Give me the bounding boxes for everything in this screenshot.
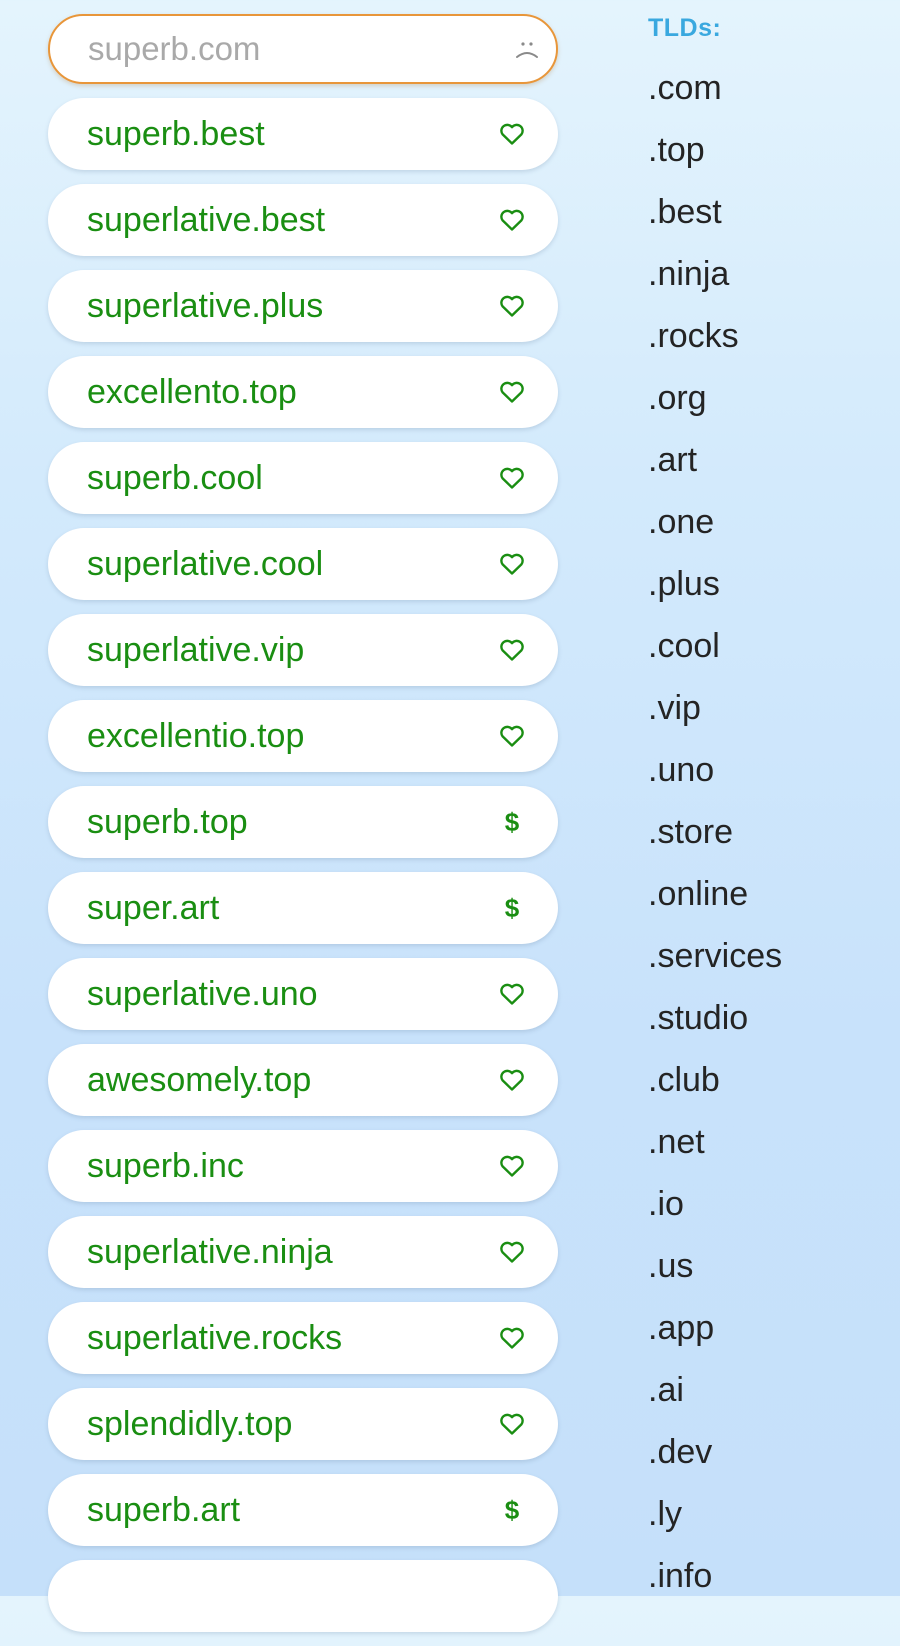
results-column: superb.best superlative.best superlative.p… (48, 14, 558, 1646)
tld-list: .com .top .best .ninja .rocks .org .art .one .pl… (648, 57, 888, 1607)
domain-result-row[interactable]: superlative.ninja (48, 1216, 558, 1288)
domain-name: excellentio.top (87, 716, 305, 755)
tld-item[interactable]: .us (648, 1235, 888, 1297)
domain-result-row[interactable]: superlative.uno (48, 958, 558, 1030)
domain-name: excellento.top (87, 372, 297, 411)
dollar-icon[interactable]: $ (498, 807, 526, 838)
tld-item[interactable]: .app (648, 1297, 888, 1359)
domain-name: superlative.ninja (87, 1232, 333, 1271)
tld-item[interactable]: .vip (648, 677, 888, 739)
tld-item[interactable]: .ly (648, 1483, 888, 1545)
heart-icon[interactable] (498, 1240, 526, 1264)
tld-item[interactable]: .plus (648, 553, 888, 615)
domain-result-row[interactable]: superb.art $ (48, 1474, 558, 1546)
tld-item[interactable]: .org (648, 367, 888, 429)
tld-item[interactable]: .cool (648, 615, 888, 677)
domain-result-row[interactable]: superb.best (48, 98, 558, 170)
dollar-icon[interactable]: $ (498, 893, 526, 924)
domain-result-row[interactable]: awesomely.top (48, 1044, 558, 1116)
tld-item[interactable]: .io (648, 1173, 888, 1235)
domain-result-row[interactable]: superlative.vip (48, 614, 558, 686)
domain-name: superb.art (87, 1490, 241, 1529)
heart-icon[interactable] (498, 208, 526, 232)
search-box[interactable] (48, 14, 558, 84)
domain-name: splendidly.top (87, 1404, 293, 1443)
heart-icon[interactable] (498, 982, 526, 1006)
domain-name: superb.inc (87, 1146, 244, 1185)
domain-name: superlative.cool (87, 544, 324, 583)
domain-name: superlative.uno (87, 974, 318, 1013)
tld-item[interactable]: .ninja (648, 243, 888, 305)
domain-name: superlative.vip (87, 630, 305, 669)
heart-icon[interactable] (498, 638, 526, 662)
domain-name: superlative.best (87, 200, 326, 239)
domain-results-list: superb.best superlative.best superlative.p… (48, 98, 558, 1632)
heart-icon[interactable] (498, 122, 526, 146)
heart-icon[interactable] (498, 294, 526, 318)
heart-icon[interactable] (498, 380, 526, 404)
domain-result-row[interactable]: splendidly.top (48, 1388, 558, 1460)
domain-result-row[interactable]: superb.inc (48, 1130, 558, 1202)
search-input[interactable] (88, 30, 513, 68)
domain-result-row[interactable]: superlative.rocks (48, 1302, 558, 1374)
domain-result-row[interactable]: superlative.plus (48, 270, 558, 342)
tld-item[interactable]: .art (648, 429, 888, 491)
tld-item[interactable]: .online (648, 863, 888, 925)
domain-result-row[interactable]: super.art $ (48, 872, 558, 944)
tld-item[interactable]: .services (648, 925, 888, 987)
domain-result-row[interactable]: excellento.top (48, 356, 558, 428)
domain-result-row[interactable]: superb.cool (48, 442, 558, 514)
dollar-icon[interactable]: $ (498, 1495, 526, 1526)
tld-item[interactable]: .com (648, 57, 888, 119)
domain-name: superlative.plus (87, 286, 324, 325)
domain-name: super.art (87, 888, 220, 927)
heart-icon[interactable] (498, 1412, 526, 1436)
tld-item[interactable]: .net (648, 1111, 888, 1173)
tld-item[interactable]: .uno (648, 739, 888, 801)
tld-item[interactable]: .dev (648, 1421, 888, 1483)
heart-icon[interactable] (498, 1326, 526, 1350)
domain-name: superb.cool (87, 458, 263, 497)
heart-icon[interactable] (498, 724, 526, 748)
heart-icon[interactable] (498, 552, 526, 576)
tld-item[interactable]: .ai (648, 1359, 888, 1421)
domain-name: superb.top (87, 802, 248, 841)
heart-icon[interactable] (498, 466, 526, 490)
heart-icon[interactable] (498, 1068, 526, 1092)
domain-name: superb.best (87, 114, 265, 153)
heart-icon[interactable] (498, 1154, 526, 1178)
tld-item[interactable]: .studio (648, 987, 888, 1049)
domain-name: superlative.rocks (87, 1318, 343, 1357)
domain-name: awesomely.top (87, 1060, 312, 1099)
tld-item[interactable]: .best (648, 181, 888, 243)
tld-item[interactable]: .one (648, 491, 888, 553)
domain-result-row[interactable] (48, 1560, 558, 1632)
tld-item[interactable]: .club (648, 1049, 888, 1111)
tld-panel: TLDs: .com .top .best .ninja .rocks .org .art.… (648, 12, 888, 1607)
domain-result-row[interactable]: superlative.best (48, 184, 558, 256)
tld-item[interactable]: .info (648, 1545, 888, 1607)
domain-result-row[interactable]: superlative.cool (48, 528, 558, 600)
domain-result-row[interactable]: superb.top $ (48, 786, 558, 858)
domain-result-row[interactable]: excellentio.top (48, 700, 558, 772)
sad-face-icon (513, 34, 541, 64)
tld-heading: TLDs: (648, 14, 722, 42)
tld-item[interactable]: .store (648, 801, 888, 863)
tld-item[interactable]: .top (648, 119, 888, 181)
tld-item[interactable]: .rocks (648, 305, 888, 367)
